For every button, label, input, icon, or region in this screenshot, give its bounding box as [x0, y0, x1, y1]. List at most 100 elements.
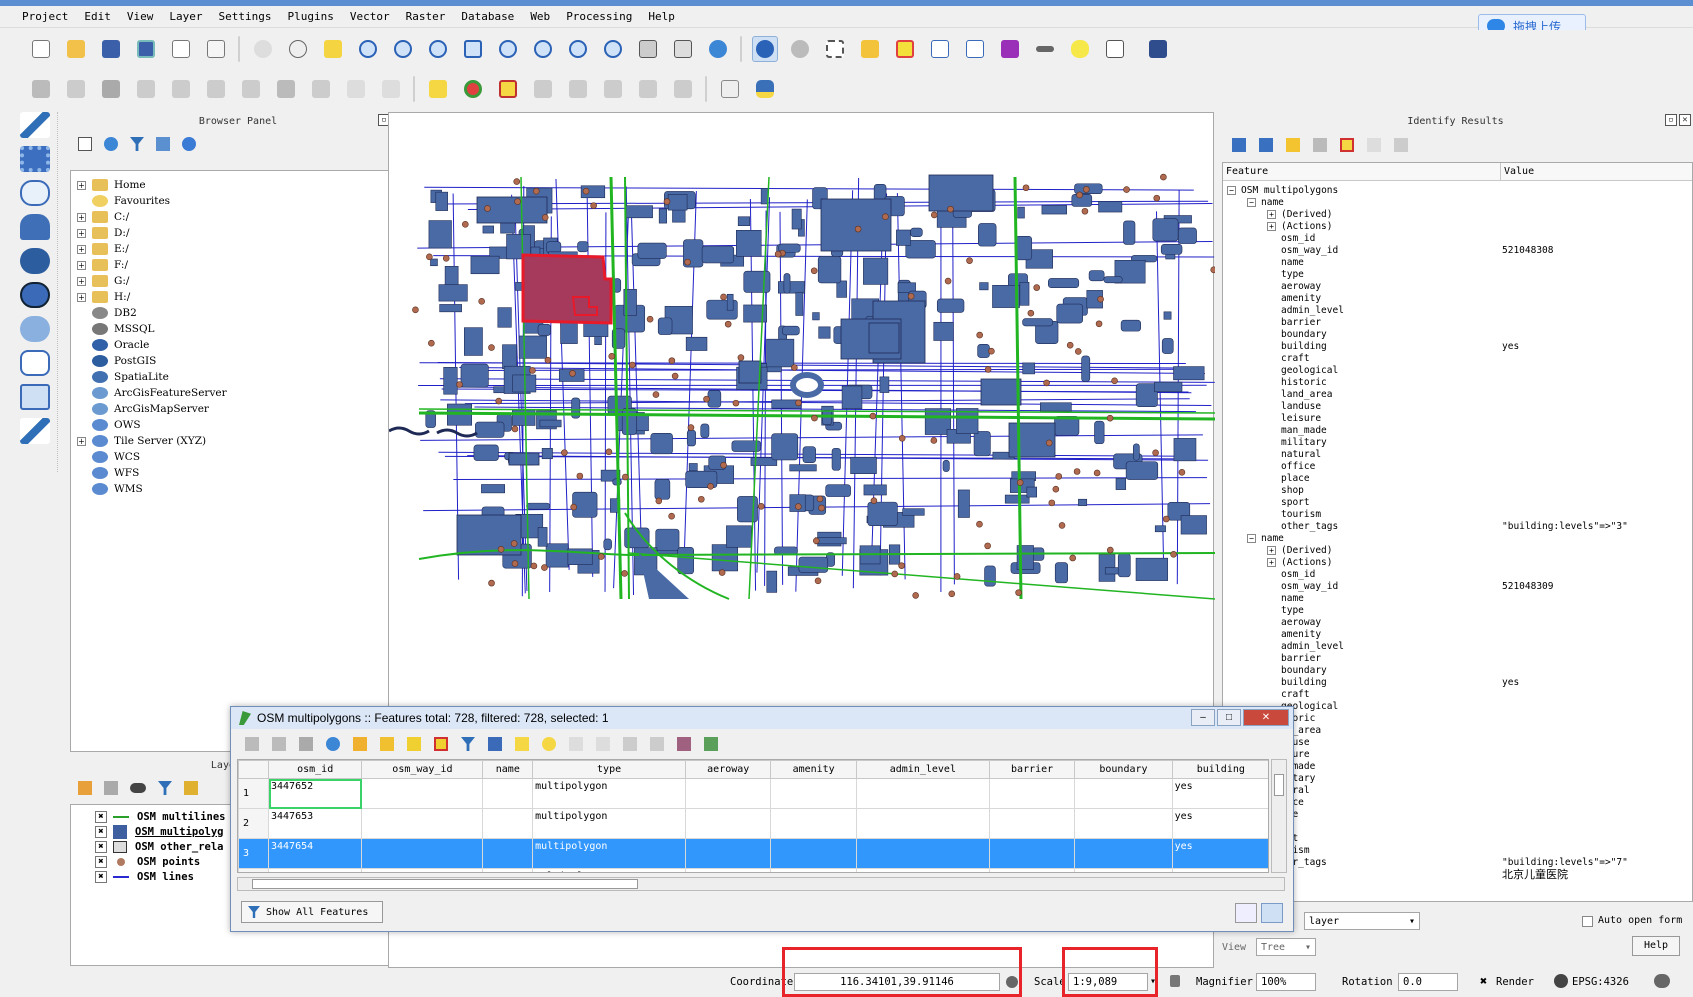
auto-open-checkbox[interactable] — [1582, 916, 1593, 927]
cut-features-icon[interactable] — [308, 76, 334, 102]
identify-row[interactable]: tourism — [1223, 508, 1692, 520]
table-cell[interactable] — [1074, 868, 1173, 872]
corner-header[interactable] — [238, 760, 269, 779]
new-field-icon[interactable] — [623, 737, 637, 751]
identify-row[interactable]: amenity — [1223, 628, 1692, 640]
select-features-icon[interactable] — [822, 36, 848, 62]
identify-row[interactable]: land_area — [1223, 388, 1692, 400]
identify-row[interactable]: osm_way_id 521048309 — [1223, 580, 1692, 592]
current-edits-icon[interactable] — [63, 76, 89, 102]
refresh-icon[interactable] — [104, 137, 118, 151]
identify-row[interactable]: + (Derived) — [1223, 208, 1692, 220]
menu-processing[interactable]: Processing — [566, 10, 632, 23]
tree-toggle-icon[interactable]: − — [1247, 533, 1256, 543]
expand-icon[interactable]: + — [77, 292, 86, 302]
help-icon[interactable] — [1145, 36, 1171, 62]
identify-row[interactable]: other_tags "building:levels"=>"3" — [1223, 520, 1692, 532]
table-cell[interactable] — [770, 868, 857, 872]
attribute-table-icon[interactable] — [927, 36, 953, 62]
table-cell[interactable] — [361, 808, 484, 839]
table-cell[interactable] — [482, 838, 534, 869]
new-spatialite-layer-icon[interactable] — [20, 418, 50, 444]
paste-rows-icon[interactable] — [596, 737, 610, 751]
layer-visibility-checkbox[interactable]: ✖ — [95, 840, 107, 853]
add-spatialite-icon[interactable] — [20, 214, 50, 240]
browser-item[interactable]: DB2 — [71, 305, 405, 321]
menu-project[interactable]: Project — [22, 10, 68, 23]
python-console-icon[interactable] — [752, 76, 778, 102]
table-cell[interactable] — [361, 778, 484, 809]
menu-view[interactable]: View — [127, 10, 154, 23]
expand-icon[interactable]: + — [77, 228, 86, 238]
browser-item[interactable]: ArcGisMapServer — [71, 401, 405, 417]
info-icon[interactable] — [182, 137, 196, 151]
menu-vector[interactable]: Vector — [350, 10, 390, 23]
table-cell[interactable] — [361, 868, 484, 872]
open-project-icon[interactable] — [63, 36, 89, 62]
identify-row[interactable]: amenity — [1223, 292, 1692, 304]
feature-column-header[interactable]: Feature — [1223, 163, 1501, 180]
add-postgis-icon[interactable] — [20, 248, 50, 274]
identify-row[interactable]: − name — [1223, 196, 1692, 208]
clear-results-icon[interactable] — [1313, 138, 1327, 152]
pan-selected-icon[interactable] — [515, 737, 529, 751]
scrollbar-thumb[interactable] — [252, 879, 638, 889]
show-hide-label-icon[interactable] — [530, 76, 556, 102]
table-cell[interactable] — [1074, 778, 1173, 809]
zoom-last-icon[interactable] — [565, 36, 591, 62]
table-cell[interactable] — [1074, 808, 1173, 839]
identify-row[interactable]: aeroway — [1223, 280, 1692, 292]
table-cell[interactable] — [988, 868, 1076, 872]
table-cell[interactable] — [988, 838, 1076, 869]
table-cell[interactable]: multipolygon — [532, 778, 687, 809]
layer-visibility-checkbox[interactable]: ✖ — [95, 810, 107, 823]
table-row[interactable]: 3 3447654 multipolygon yes — [238, 838, 1268, 869]
select-by-expression-icon[interactable] — [857, 36, 883, 62]
new-project-icon[interactable] — [28, 36, 54, 62]
row-number[interactable]: 2 — [238, 808, 269, 839]
table-cell[interactable] — [855, 838, 990, 869]
new-print-layout-icon[interactable] — [168, 36, 194, 62]
node-tool-icon[interactable] — [238, 76, 264, 102]
identify-row[interactable]: + (Actions) — [1223, 556, 1692, 568]
pan-to-selection-icon[interactable] — [320, 36, 346, 62]
browser-item[interactable]: SpatiaLite — [71, 369, 405, 385]
table-cell[interactable] — [482, 778, 534, 809]
maximize-icon[interactable]: □ — [1217, 709, 1241, 726]
help-button[interactable]: Help — [1632, 936, 1680, 956]
add-feature-icon[interactable] — [353, 737, 367, 751]
pin-label-icon[interactable] — [495, 76, 521, 102]
copy-icon[interactable] — [1367, 138, 1381, 152]
field-calculator-icon[interactable] — [962, 36, 988, 62]
highlight-icon[interactable] — [1340, 138, 1354, 152]
save-project-icon[interactable] — [98, 36, 124, 62]
expand-icon[interactable]: + — [77, 244, 86, 254]
browser-item[interactable]: + Home — [71, 177, 405, 193]
layer-visibility-checkbox[interactable]: ✖ — [95, 855, 107, 868]
add-selected-icon[interactable] — [78, 137, 92, 151]
table-cell[interactable] — [988, 778, 1076, 809]
browser-item[interactable]: + G:/ — [71, 273, 405, 289]
toggle-editing-icon[interactable] — [28, 76, 54, 102]
collapse-tree-icon[interactable] — [1259, 138, 1273, 152]
close-window-icon[interactable]: ✕ — [1243, 709, 1289, 726]
filter-legend-icon[interactable] — [158, 781, 172, 795]
table-cell[interactable] — [482, 868, 534, 872]
table-cell[interactable]: multipolygon — [532, 868, 687, 872]
scrollbar-thumb[interactable] — [1274, 774, 1284, 796]
identify-row[interactable]: building yes — [1223, 340, 1692, 352]
layer-visibility-checkbox[interactable]: ✖ — [95, 870, 107, 883]
value-column-header[interactable]: Value — [1501, 163, 1534, 180]
table-cell[interactable]: 3447654 — [267, 838, 363, 869]
table-cell[interactable] — [770, 838, 857, 869]
table-cell[interactable]: multipolygon — [532, 838, 687, 869]
zoom-to-selection-icon[interactable] — [495, 36, 521, 62]
multi-edit-icon[interactable] — [272, 737, 286, 751]
measure-icon[interactable] — [1032, 36, 1058, 62]
table-cell[interactable] — [770, 808, 857, 839]
copy-rows-icon[interactable] — [569, 737, 583, 751]
table-cell[interactable] — [361, 838, 484, 869]
table-cell[interactable] — [988, 808, 1076, 839]
vertical-scrollbar[interactable] — [1271, 759, 1287, 873]
column-header[interactable]: barrier — [988, 760, 1076, 779]
